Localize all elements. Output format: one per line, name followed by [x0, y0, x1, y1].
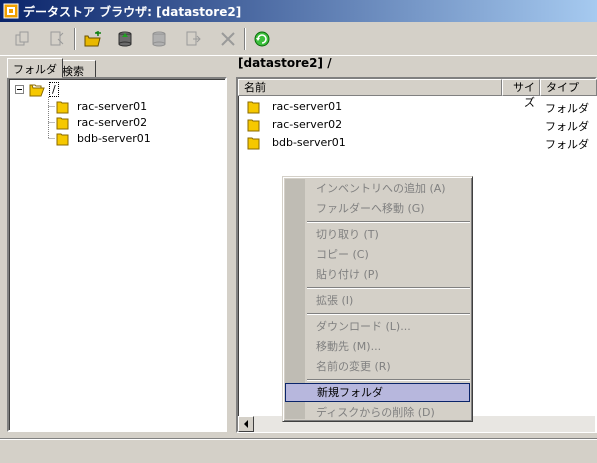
delete-icon	[216, 28, 240, 50]
tab-folder[interactable]: フォルダ	[7, 58, 63, 78]
list-item-type: フォルダ	[545, 102, 589, 115]
folder-icon	[56, 133, 69, 145]
tree-root-label: /	[49, 81, 59, 97]
search-datastore-icon	[45, 28, 69, 50]
list-item-type: フォルダ	[545, 138, 589, 151]
tree-item-rac-server02[interactable]: rac-server02	[55, 114, 147, 130]
scroll-left-arrow-icon[interactable]	[238, 416, 254, 432]
tree-item-label: rac-server02	[77, 115, 148, 129]
menu-item-paste[interactable]: 貼り付け (P)	[285, 265, 470, 284]
folder-icon	[247, 101, 260, 114]
window-title: データストア ブラウザ: [datastore2]	[23, 4, 242, 19]
title-bar[interactable]: データストア ブラウザ: [datastore2]	[0, 0, 597, 22]
datastore-browser-app-icon	[3, 3, 19, 19]
download-icon	[147, 28, 171, 50]
upload-icon[interactable]	[113, 28, 137, 50]
menu-separator	[307, 379, 470, 381]
list-item[interactable]: bdb-server01 フォルダ	[244, 134, 594, 152]
new-folder-icon[interactable]	[81, 28, 105, 50]
list-item-name: bdb-server01	[272, 136, 346, 149]
register-vm-icon	[181, 28, 205, 50]
list-item[interactable]: rac-server02 フォルダ	[244, 116, 594, 134]
menu-item-download[interactable]: ダウンロード (L)...	[285, 317, 470, 336]
list-item-name: rac-server02	[272, 118, 343, 131]
copy-icon	[10, 28, 34, 50]
menu-item-inflate[interactable]: 拡張 (I)	[285, 291, 470, 310]
window-left-edge	[0, 56, 4, 436]
tree-item-bdb-server01[interactable]: bdb-server01	[55, 130, 151, 146]
tree-item-label: rac-server01	[77, 99, 148, 113]
column-header-type-label: タイプ	[546, 81, 579, 94]
current-path: [datastore2] /	[238, 56, 332, 70]
menu-item-cut[interactable]: 切り取り (T)	[285, 225, 470, 244]
menu-item-move-to[interactable]: 移動先 (M)...	[285, 337, 470, 356]
list-item-type: フォルダ	[545, 120, 589, 133]
folder-icon	[247, 137, 260, 150]
open-folder-icon	[29, 84, 45, 96]
status-bar	[0, 438, 597, 463]
menu-separator	[307, 287, 470, 289]
toolbar	[0, 22, 597, 56]
column-header-name[interactable]: 名前	[238, 79, 502, 96]
list-item[interactable]: rac-server01 フォルダ	[244, 98, 594, 116]
menu-item-rename[interactable]: 名前の変更 (R)	[285, 357, 470, 376]
folder-icon	[247, 119, 260, 132]
tab-folder-label: フォルダ	[13, 63, 57, 76]
menu-item-move-to-folder[interactable]: ファルダーへ移動 (G)	[285, 199, 470, 218]
pane-splitter[interactable]	[229, 56, 233, 436]
menu-item-add-to-inventory[interactable]: インベントリへの追加 (A)	[285, 179, 470, 198]
column-header-type[interactable]: タイプ	[540, 79, 597, 96]
tree-item-label: bdb-server01	[77, 131, 151, 145]
menu-separator	[307, 313, 470, 315]
menu-separator	[307, 221, 470, 223]
folder-tree[interactable]: / rac-server01 rac-server02 bdb-server01	[7, 77, 227, 432]
folder-icon	[56, 101, 69, 113]
context-menu: インベントリへの追加 (A) ファルダーへ移動 (G) 切り取り (T) コピー…	[282, 176, 473, 422]
tree-root-item[interactable]: /	[29, 81, 59, 97]
menu-item-delete-from-disk[interactable]: ディスクからの削除 (D)	[285, 403, 470, 422]
column-header-size[interactable]: サイズ	[502, 79, 540, 109]
refresh-icon[interactable]	[250, 28, 274, 50]
tree-item-rac-server01[interactable]: rac-server01	[55, 98, 147, 114]
menu-item-copy[interactable]: コピー (C)	[285, 245, 470, 264]
column-header-name-label: 名前	[244, 81, 266, 94]
folder-icon	[56, 117, 69, 129]
menu-item-new-folder[interactable]: 新規フォルダ	[285, 383, 470, 402]
list-item-name: rac-server01	[272, 100, 343, 113]
